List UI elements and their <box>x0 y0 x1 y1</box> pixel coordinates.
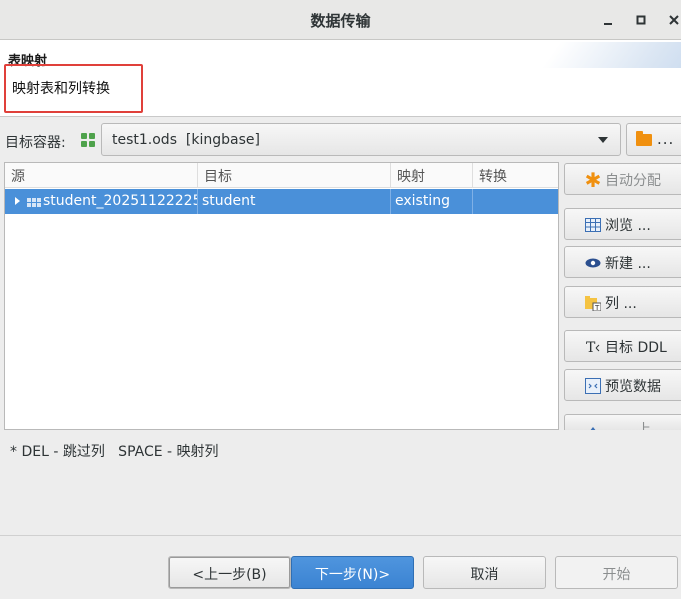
auto-assign-button[interactable]: ✱ 自动分配 <box>564 163 681 195</box>
window-title: 数据传输 <box>310 12 371 30</box>
mapping-table[interactable]: 源 目标 映射 转换 student_202511222254 student … <box>4 162 559 430</box>
column-folder-icon: T <box>585 295 601 311</box>
eye-icon <box>585 255 601 271</box>
choose-container-button[interactable]: ... <box>626 123 681 156</box>
column-header-transform[interactable]: 转换 <box>473 163 558 188</box>
move-up-label: 上 <box>637 422 651 430</box>
minimize-icon <box>604 23 612 25</box>
columns-button[interactable]: T 列 ... <box>564 286 681 318</box>
browse-label: 浏览 ... <box>605 218 651 234</box>
browse-button[interactable]: 浏览 ... <box>564 208 681 240</box>
new-button[interactable]: 新建 ... <box>564 246 681 278</box>
row-transform-cell <box>473 189 558 214</box>
keyboard-hint: * DEL - 跳过列 SPACE - 映射列 <box>10 444 219 460</box>
svg-text:T: T <box>586 340 596 355</box>
target-container-value: test1.ods [kingbase] <box>112 132 260 148</box>
svg-text:T: T <box>594 304 600 311</box>
close-icon <box>669 15 679 25</box>
preview-data-label: 预览数据 <box>605 379 661 395</box>
start-button[interactable]: 开始 <box>555 556 678 589</box>
back-button[interactable]: <上一步(B) <box>168 556 291 589</box>
move-up-button[interactable]: 上 <box>564 414 681 430</box>
new-label: 新建 ... <box>605 256 651 272</box>
footer-separator <box>0 535 681 536</box>
arrow-up-icon <box>585 421 601 430</box>
chevron-down-icon <box>598 137 608 143</box>
title-bar: 数据传输 <box>0 0 681 40</box>
cancel-button[interactable]: 取消 <box>423 556 546 589</box>
preview-icon <box>585 378 601 394</box>
maximize-button[interactable] <box>629 8 653 32</box>
choose-container-label: ... <box>657 130 675 148</box>
row-target-cell: student <box>198 189 391 214</box>
preview-data-button[interactable]: 预览数据 <box>564 369 681 401</box>
columns-label: 列 ... <box>605 296 637 312</box>
target-container-select[interactable]: test1.ods [kingbase] <box>101 123 621 156</box>
table-grid-icon <box>585 217 601 233</box>
minimize-button[interactable] <box>596 8 620 32</box>
table-header: 源 目标 映射 转换 <box>5 163 558 188</box>
auto-assign-label: 自动分配 <box>605 173 661 189</box>
row-source-cell: student_202511222254 <box>39 189 198 214</box>
column-header-mapping[interactable]: 映射 <box>391 163 473 188</box>
table-row[interactable]: student_202511222254 student existing <box>5 189 558 214</box>
asterisk-icon: ✱ <box>584 168 602 192</box>
target-ddl-button[interactable]: T 目标 DDL <box>564 330 681 362</box>
folder-icon <box>636 131 652 146</box>
ddl-text-icon: T <box>585 339 601 355</box>
column-header-target[interactable]: 目标 <box>198 163 391 188</box>
header-decoration <box>541 42 681 68</box>
target-container-label: 目标容器: <box>5 135 66 151</box>
target-container-row: 目标容器: test1.ods [kingbase] ... <box>0 123 681 159</box>
column-header-source[interactable]: 源 <box>5 163 198 188</box>
target-ddl-label: 目标 DDL <box>605 340 667 356</box>
page-description: 映射表和列转换 <box>4 64 143 113</box>
next-button[interactable]: 下一步(N)> <box>291 556 414 589</box>
container-icon <box>81 133 95 147</box>
close-button[interactable] <box>662 8 681 32</box>
expand-arrow-icon[interactable] <box>15 197 20 205</box>
row-mapping-cell: existing <box>391 189 473 214</box>
page-header: 表映射 映射表和列转换 <box>0 40 681 117</box>
maximize-icon <box>636 15 646 25</box>
